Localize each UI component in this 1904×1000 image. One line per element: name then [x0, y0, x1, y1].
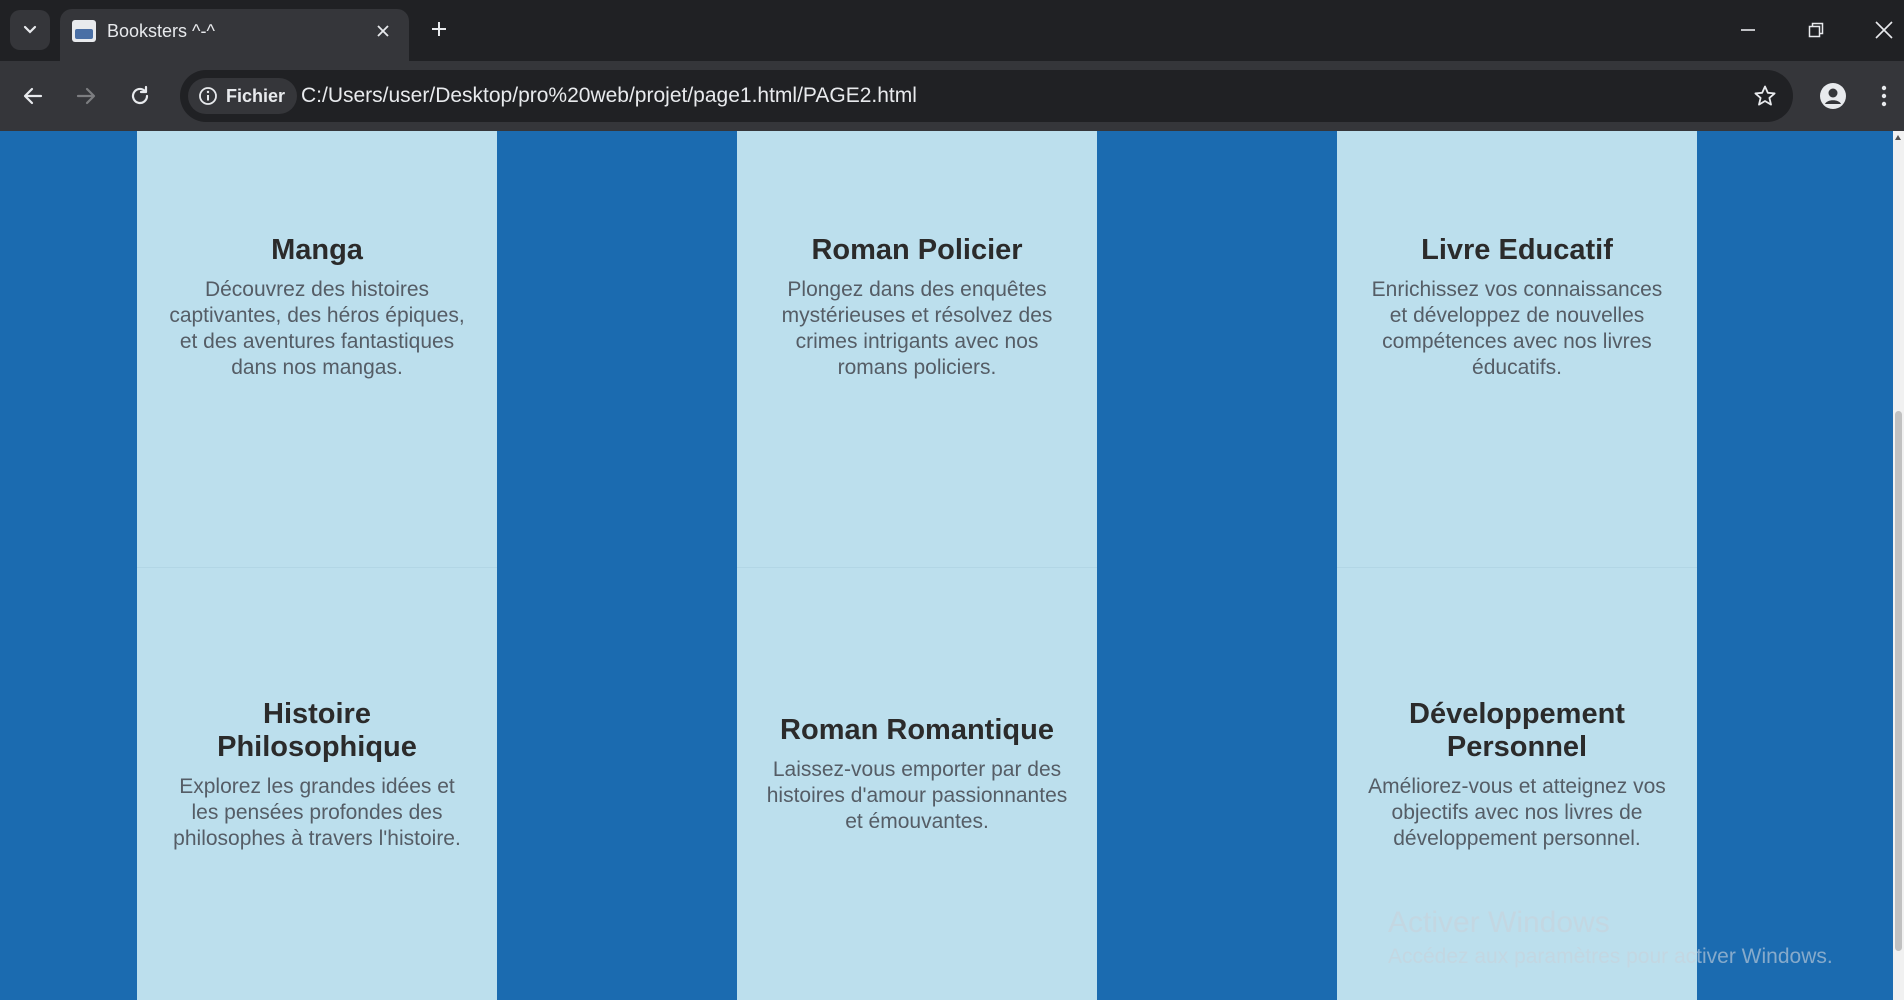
- site-chip-label: Fichier: [226, 85, 286, 106]
- arrow-left-icon: [23, 87, 43, 105]
- favicon-icon: [72, 20, 96, 42]
- restore-button[interactable]: [1796, 10, 1836, 50]
- category-card-manga[interactable]: Manga Découvrez des histoires captivante…: [137, 131, 497, 567]
- card-title: Manga: [271, 233, 363, 266]
- tab-close-button[interactable]: [371, 19, 395, 43]
- card-title: Roman Policier: [811, 233, 1023, 266]
- site-info-chip[interactable]: Fichier: [188, 78, 298, 114]
- card-title: Histoire Philosophique: [217, 697, 417, 763]
- reload-button[interactable]: [122, 78, 158, 114]
- info-icon: [199, 87, 217, 105]
- url-text[interactable]: C:/Users/user/Desktop/pro%20web/projet/p…: [301, 84, 917, 108]
- category-card-roman-romantique[interactable]: Roman Romantique Laissez-vous emporter p…: [737, 567, 1097, 1000]
- card-description: Explorez les grandes idées et les pensée…: [173, 774, 461, 850]
- close-icon: [1875, 21, 1893, 39]
- profile-icon: [1820, 83, 1846, 109]
- tab-title: Booksters ^-^: [107, 21, 215, 41]
- restore-icon: [1808, 22, 1824, 38]
- new-tab-button[interactable]: [424, 14, 454, 44]
- address-bar[interactable]: Fichier C:/Users/user/Desktop/pro%20web/…: [180, 70, 1793, 122]
- kebab-menu-icon: [1881, 85, 1887, 107]
- page-viewport: Manga Découvrez des histoires captivante…: [0, 131, 1893, 1000]
- browser-toolbar: Fichier C:/Users/user/Desktop/pro%20web/…: [0, 61, 1904, 131]
- card-title: Roman Romantique: [780, 714, 1054, 746]
- browser-menu-button[interactable]: [1869, 78, 1899, 114]
- category-card-roman-policier[interactable]: Roman Policier Plongez dans des enquêtes…: [737, 131, 1097, 567]
- card-title: Livre Educatif: [1421, 233, 1613, 266]
- star-icon: [1754, 85, 1776, 106]
- category-card-histoire-philosophique[interactable]: Histoire Philosophique Explorez les gran…: [137, 567, 497, 1000]
- bookmark-button[interactable]: [1751, 82, 1779, 110]
- vertical-scrollbar[interactable]: [1893, 131, 1904, 1000]
- card-description: Plongez dans des enquêtes mystérieuses e…: [781, 277, 1053, 379]
- profile-button[interactable]: [1815, 78, 1851, 114]
- category-card-livre-educatif[interactable]: Livre Educatif Enrichissez vos connaissa…: [1337, 131, 1697, 567]
- chevron-down-icon: [23, 25, 37, 34]
- card-description: Laissez-vous emporter par des histoires …: [766, 758, 1068, 833]
- close-icon: [377, 25, 389, 37]
- minimize-button[interactable]: [1728, 10, 1768, 50]
- plus-icon: [432, 22, 446, 36]
- reload-icon: [131, 85, 149, 105]
- scroll-up-icon[interactable]: [1895, 135, 1901, 140]
- minimize-icon: [1741, 29, 1755, 31]
- title-bar: Booksters ^-^: [0, 0, 1904, 61]
- card-title: Développement Personnel: [1409, 697, 1625, 763]
- close-window-button[interactable]: [1864, 10, 1904, 50]
- back-button[interactable]: [15, 78, 51, 114]
- forward-button[interactable]: [68, 78, 104, 114]
- card-description: Découvrez des histoires captivantes, des…: [169, 277, 465, 379]
- browser-tab[interactable]: Booksters ^-^: [60, 9, 409, 61]
- card-description: Améliorez-vous et atteignez vos objectif…: [1368, 774, 1666, 850]
- arrow-right-icon: [76, 87, 96, 105]
- tab-search-button[interactable]: [10, 10, 50, 50]
- scrollbar-thumb[interactable]: [1895, 411, 1902, 951]
- category-card-developpement-personnel[interactable]: Développement Personnel Améliorez-vous e…: [1337, 567, 1697, 1000]
- card-description: Enrichissez vos connaissances et dévelop…: [1371, 277, 1663, 379]
